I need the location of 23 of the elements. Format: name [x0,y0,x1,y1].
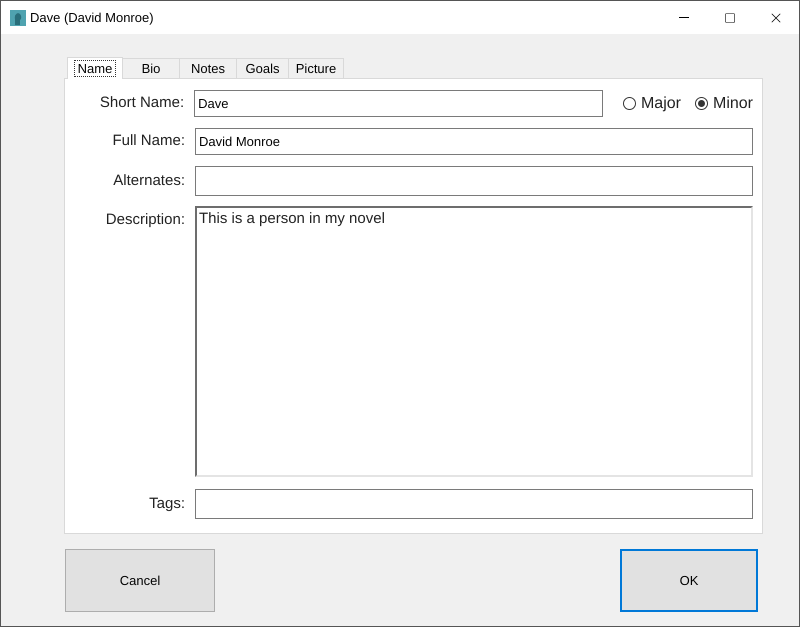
description-field[interactable]: This is a person in my novel [195,206,753,477]
tab[interactable]: Goals [237,58,289,78]
text-field[interactable]: David Monroe [195,128,753,155]
radio-button[interactable]: Minor [694,92,753,116]
field-label: Alternates: [112,170,185,191]
field-label: Full Name: [111,131,185,152]
tab[interactable]: Picture [289,58,344,78]
text-field[interactable] [195,166,753,196]
radio-button[interactable]: Major [622,92,681,116]
maximize-icon [724,12,736,24]
field-label: Tags: [148,494,185,514]
minimize-icon [679,17,689,18]
tab[interactable]: Bio [123,58,180,78]
text-field[interactable]: Dave [194,90,603,117]
window-title: Dave (David Monroe) [30,8,154,27]
field-label: Description: [104,210,185,230]
person-icon [10,10,26,26]
ok-button[interactable]: OK [620,549,758,612]
cancel-button[interactable]: Cancel [65,549,215,612]
field-label: Short Name: [98,93,184,114]
text-field[interactable] [195,489,753,519]
tab[interactable]: Name [67,57,123,79]
tab[interactable]: Notes [180,58,237,78]
